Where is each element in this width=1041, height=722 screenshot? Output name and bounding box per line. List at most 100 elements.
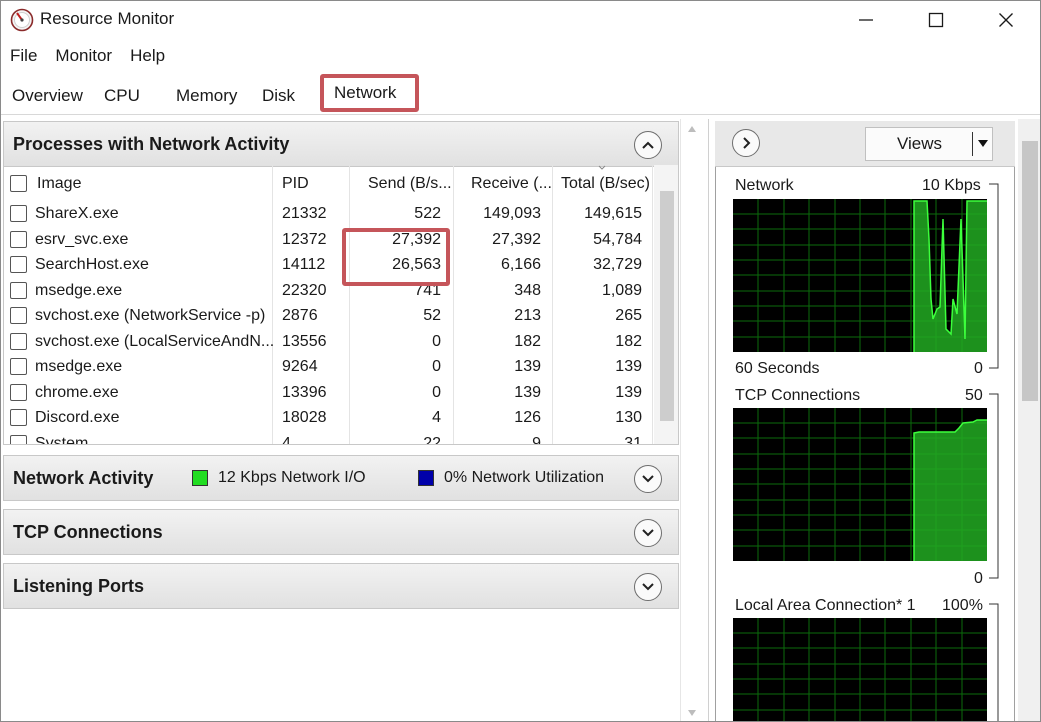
cell-image: System (35, 434, 89, 445)
cell-pid: 4 (282, 434, 291, 445)
network-graph-title: Network (735, 177, 794, 194)
maximize-icon (928, 12, 944, 28)
tcp-connections-section-header[interactable]: TCP Connections (3, 509, 679, 555)
row-checkbox[interactable] (10, 383, 27, 401)
table-row[interactable]: System 4 22 9 31 (4, 432, 654, 445)
cell-image: msedge.exe (35, 358, 123, 375)
cell-image: chrome.exe (35, 383, 119, 401)
column-header-receive[interactable]: Receive (... (471, 175, 552, 193)
network-io-swatch (192, 470, 208, 486)
menu-file[interactable]: File (1, 43, 46, 71)
cell-total: 139 (615, 358, 642, 375)
column-header-image[interactable]: Image (37, 175, 81, 193)
tab-cpu[interactable]: CPU (104, 86, 140, 106)
cell-receive: 149,093 (483, 205, 541, 222)
cell-receive: 348 (514, 281, 541, 299)
cell-total: 32,729 (593, 256, 642, 273)
cell-pid: 9264 (282, 358, 318, 375)
cell-pid: 12372 (282, 230, 327, 248)
tcp-graph-title: TCP Connections (735, 387, 861, 404)
close-button[interactable] (971, 1, 1040, 39)
network-graph (733, 199, 987, 352)
listening-ports-section-title: Listening Ports (13, 576, 145, 596)
cell-send: 0 (432, 332, 441, 350)
cell-receive: 9 (532, 434, 541, 445)
cell-send: 22 (423, 434, 441, 445)
network-graph-min: 0 (974, 360, 983, 377)
column-header-send[interactable]: Send (B/s... (368, 175, 452, 193)
network-activity-section-title: Network Activity (13, 468, 154, 488)
row-checkbox[interactable] (10, 332, 27, 350)
tab-memory[interactable]: Memory (176, 86, 237, 106)
cell-total: 182 (615, 332, 642, 350)
sort-descending-icon (598, 165, 606, 170)
row-checkbox[interactable] (10, 205, 27, 222)
table-row[interactable]: svchost.exe (NetworkService -p) 2876 52 213… (4, 304, 654, 329)
cell-image: ShareX.exe (35, 205, 119, 222)
tab-disk[interactable]: Disk (262, 86, 295, 106)
cell-pid: 13396 (282, 383, 327, 401)
cell-receive: 182 (514, 332, 541, 350)
processes-collapse-button[interactable] (634, 131, 662, 159)
row-checkbox[interactable] (10, 409, 27, 426)
tcp-graph (733, 408, 987, 561)
scroll-down-arrow-icon[interactable] (687, 709, 697, 717)
table-row[interactable]: Discord.exe 18028 4 126 130 (4, 406, 654, 431)
cell-image: SearchHost.exe (35, 256, 149, 273)
views-label: Views (897, 134, 943, 153)
lan-graph-title: Local Area Connection* 1 (735, 597, 916, 614)
column-header-total[interactable]: Total (B/sec) (561, 175, 650, 193)
row-checkbox[interactable] (10, 307, 27, 324)
row-checkbox[interactable] (10, 256, 27, 273)
close-icon (999, 13, 1013, 27)
cell-total: 54,784 (593, 230, 642, 248)
cell-image: svchost.exe (NetworkService -p) (35, 307, 266, 324)
graphs-expand-button[interactable] (732, 129, 760, 157)
chevron-up-icon (642, 141, 654, 149)
table-row[interactable]: ShareX.exe 21332 522 149,093 149,615 (4, 202, 654, 227)
cell-pid: 2876 (282, 307, 318, 324)
menu-help[interactable]: Help (121, 43, 174, 71)
network-io-label: 12 Kbps Network I/O (218, 469, 366, 486)
resource-monitor-window: Resource Monitor File Monitor Help Overv… (0, 0, 1041, 722)
table-row[interactable]: msedge.exe 9264 0 139 139 (4, 355, 654, 380)
cell-image: msedge.exe (35, 281, 123, 299)
listening-ports-section-header[interactable]: Listening Ports (3, 563, 679, 609)
cell-receive: 6,166 (500, 256, 541, 273)
left-panel-scrollbar[interactable] (680, 119, 702, 721)
table-row[interactable]: esrv_svc.exe 12372 27,392 27,392 54,784 (4, 228, 654, 253)
table-row[interactable]: SearchHost.exe 14112 26,563 6,166 32,729 (4, 253, 654, 278)
select-all-checkbox[interactable] (10, 175, 27, 192)
scroll-up-arrow-icon[interactable] (687, 125, 697, 133)
network-activity-expand-button[interactable] (634, 465, 662, 493)
views-separator (972, 132, 973, 156)
menu-monitor[interactable]: Monitor (46, 43, 121, 71)
row-checkbox[interactable] (10, 281, 27, 299)
tcp-connections-expand-button[interactable] (634, 519, 662, 547)
table-row[interactable]: svchost.exe (LocalServiceAndN... 13556 0 18… (4, 330, 654, 355)
maximize-button[interactable] (901, 1, 971, 39)
network-utilization-label: 0% Network Utilization (444, 469, 605, 486)
minimize-button[interactable] (831, 1, 901, 39)
tab-overview[interactable]: Overview (12, 86, 83, 106)
cell-image: Discord.exe (35, 409, 120, 426)
network-activity-section-header[interactable]: Network Activity 12 Kbps Network I/O 0% … (3, 455, 679, 501)
row-checkbox[interactable] (10, 358, 27, 375)
listening-ports-expand-button[interactable] (634, 573, 662, 601)
tcp-connections-section-title: TCP Connections (13, 522, 163, 542)
processes-table: Image PID Send (B/s... Receive (... Tota… (3, 165, 679, 445)
column-header-pid[interactable]: PID (282, 175, 309, 193)
cell-send: 4 (432, 409, 441, 426)
right-panel-scrollbar-thumb[interactable] (1022, 141, 1038, 401)
processes-scrollbar-thumb[interactable] (660, 191, 674, 421)
row-checkbox[interactable] (10, 434, 27, 444)
minimize-icon (859, 19, 873, 21)
cell-send: 0 (432, 358, 441, 375)
processes-section-header[interactable]: Processes with Network Activity (3, 121, 679, 167)
tab-divider (1, 114, 1040, 115)
table-row[interactable]: chrome.exe 13396 0 139 139 (4, 381, 654, 406)
tab-network[interactable]: Network (334, 83, 396, 103)
row-checkbox[interactable] (10, 230, 27, 248)
table-row[interactable]: msedge.exe 22320 741 348 1,089 (4, 279, 654, 304)
cell-total: 265 (615, 307, 642, 324)
